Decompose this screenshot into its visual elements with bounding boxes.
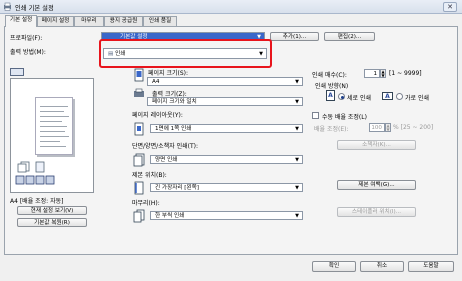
page-size-value: A4 [152, 79, 160, 85]
copies-label: 인쇄 매수(C): [312, 72, 347, 79]
chevron-down-icon: ▼ [295, 185, 299, 191]
output-method-label: 출력 방법(M): [10, 49, 46, 56]
booklet-button[interactable]: 소책자(K)... [337, 140, 416, 150]
output-method-value: 인쇄 [115, 51, 126, 57]
duplex-value: 양면 인쇄 [155, 157, 178, 163]
binding-value: 긴 가장자리 [왼쪽] [155, 185, 199, 191]
preview-page [35, 97, 73, 155]
page-layout-value: 1면에 1쪽 인쇄 [155, 126, 192, 132]
status-icons [15, 175, 55, 185]
output-size-value: 페이지 크기와 일치 [152, 99, 197, 105]
portrait-icon: A [326, 90, 335, 101]
binding-icon [132, 181, 146, 195]
landscape-radio[interactable] [396, 93, 403, 100]
page-layout-select[interactable]: 1면에 1쪽 인쇄 ▼ [150, 124, 303, 133]
page-layout-icon [132, 122, 146, 136]
landscape-label: 가로 인쇄 [405, 95, 429, 102]
layout-toggle-icon[interactable] [10, 68, 24, 76]
finishing-icon [132, 209, 146, 223]
chevron-down-icon: ▼ [259, 51, 263, 57]
scale-input[interactable]: 100 [369, 123, 385, 132]
scale-range: % [25 ~ 200] [393, 124, 434, 131]
title-bar: 인쇄 기본 설정 ✕ [0, 0, 462, 14]
orientation-label: 인쇄 방향(N) [315, 83, 349, 90]
tab-basic-settings[interactable]: 기본 설정 [5, 15, 37, 27]
duplex-select[interactable]: 양면 인쇄 ▼ [150, 155, 303, 164]
output-method-select[interactable]: ▤ 인쇄 ▼ [103, 48, 267, 59]
copies-input[interactable]: 1 [364, 69, 380, 78]
manual-scaling-label: 수동 배율 조정(L) [322, 114, 367, 121]
page-size-select[interactable]: A4 ▼ [147, 77, 303, 86]
tab-page-setup[interactable]: 페이지 설정 [37, 16, 74, 26]
preview-caption: A4 [배율 조정: 자동] [10, 198, 64, 205]
page-size-label: 페이지 크기(S): [148, 70, 189, 77]
page-size-icon [132, 68, 146, 82]
restore-defaults-button[interactable]: 기본값 복원(R) [17, 218, 87, 227]
portrait-radio[interactable] [338, 93, 345, 100]
duplex-mode-icon [132, 153, 146, 167]
finishing-value: 한 부씩 인쇄 [155, 213, 185, 219]
close-button[interactable]: ✕ [443, 2, 457, 12]
staple-position-button[interactable]: 스테이플러 위치(I)... [337, 207, 416, 217]
portrait-label: 세로 인쇄 [347, 95, 371, 102]
add-profile-button[interactable]: 추가(1)... [270, 32, 319, 41]
chevron-down-icon: ▼ [295, 126, 299, 132]
profile-label: 프로파일(F): [10, 35, 43, 42]
scale-label: 배율 조정(E): [314, 126, 349, 133]
tab-paper-source[interactable]: 용지 공급원 [104, 16, 143, 26]
binding-margin-button[interactable]: 제본 여백(G)... [337, 180, 416, 190]
help-button[interactable]: 도움말 [408, 261, 454, 272]
copies-icon [17, 161, 31, 173]
chevron-down-icon: ▼ [295, 213, 299, 219]
page-layout-label: 페이지 레이아웃(Y): [132, 112, 183, 119]
chevron-down-icon: ▼ [295, 79, 299, 85]
manual-scaling-checkbox[interactable] [312, 112, 319, 119]
tab-print-quality[interactable]: 인쇄 품질 [143, 16, 177, 26]
window-title: 인쇄 기본 설정 [15, 5, 54, 12]
printer-icon [4, 2, 11, 11]
binding-select[interactable]: 긴 가장자리 [왼쪽] ▼ [150, 183, 303, 192]
copies-range: [1 ~ 9999] [389, 70, 422, 77]
scale-stepper[interactable]: ▲ ▼ [385, 123, 391, 132]
edit-profile-button[interactable]: 편집(2)... [324, 32, 375, 41]
copies-stepper[interactable]: ▲ ▼ [380, 69, 386, 78]
landscape-icon: A [382, 92, 393, 100]
binding-label: 제본 위치(B): [132, 172, 167, 179]
output-size-select[interactable]: 페이지 크기와 일치 ▼ [147, 97, 303, 106]
preview-area [10, 78, 94, 193]
output-size-icon [132, 87, 146, 101]
ok-button[interactable]: 확인 [312, 261, 356, 272]
duplex-icon [35, 161, 45, 173]
cancel-button[interactable]: 취소 [360, 261, 404, 272]
finishing-label: 마무리(H): [132, 200, 160, 207]
tab-finishing[interactable]: 마무리 [74, 16, 104, 26]
chevron-down-icon: ▼ [295, 99, 299, 105]
duplex-label: 단면/양면/소책자 인쇄(T): [132, 143, 198, 150]
view-settings-button[interactable]: 현재 설정 보기(V) [17, 206, 87, 215]
chevron-down-icon: ▼ [295, 157, 299, 163]
finishing-select[interactable]: 한 부씩 인쇄 ▼ [150, 211, 303, 220]
